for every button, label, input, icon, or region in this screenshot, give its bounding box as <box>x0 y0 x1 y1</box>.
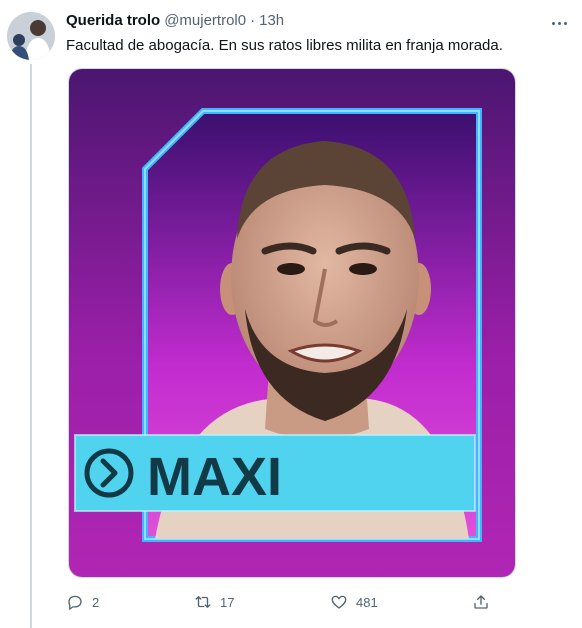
retweet-button[interactable]: 17 <box>194 590 234 614</box>
like-button[interactable]: 481 <box>330 590 378 614</box>
tweet-text: Facultad de abogacía. En sus ratos libre… <box>66 37 503 54</box>
reply-count: 2 <box>92 594 100 610</box>
avatar-image <box>7 12 55 60</box>
retweet-count: 17 <box>220 594 235 610</box>
author-handle[interactable]: @mujertrol0 <box>164 12 246 29</box>
reply-icon <box>68 595 82 610</box>
share-icon <box>474 595 488 609</box>
reply-button[interactable]: 2 <box>66 590 99 614</box>
like-count: 481 <box>356 594 378 610</box>
timestamp[interactable]: 13h <box>259 12 284 29</box>
tweet-header: Querida trolo @mujertrol0 · 13h <box>66 12 542 34</box>
separator-dot: · <box>250 12 256 29</box>
media-image: MAXI <box>69 69 515 577</box>
name-card-label: MAXI <box>147 447 282 507</box>
more-options-icon[interactable] <box>548 14 570 32</box>
tweet-media[interactable]: MAXI <box>68 68 516 578</box>
thread-line <box>30 64 32 628</box>
share-button[interactable] <box>472 590 490 614</box>
tweet-actions: 2 17 481 <box>66 590 506 614</box>
heart-icon <box>331 595 347 609</box>
avatar[interactable] <box>7 12 55 60</box>
author-name[interactable]: Querida trolo <box>66 12 160 29</box>
retweet-icon <box>195 596 211 608</box>
